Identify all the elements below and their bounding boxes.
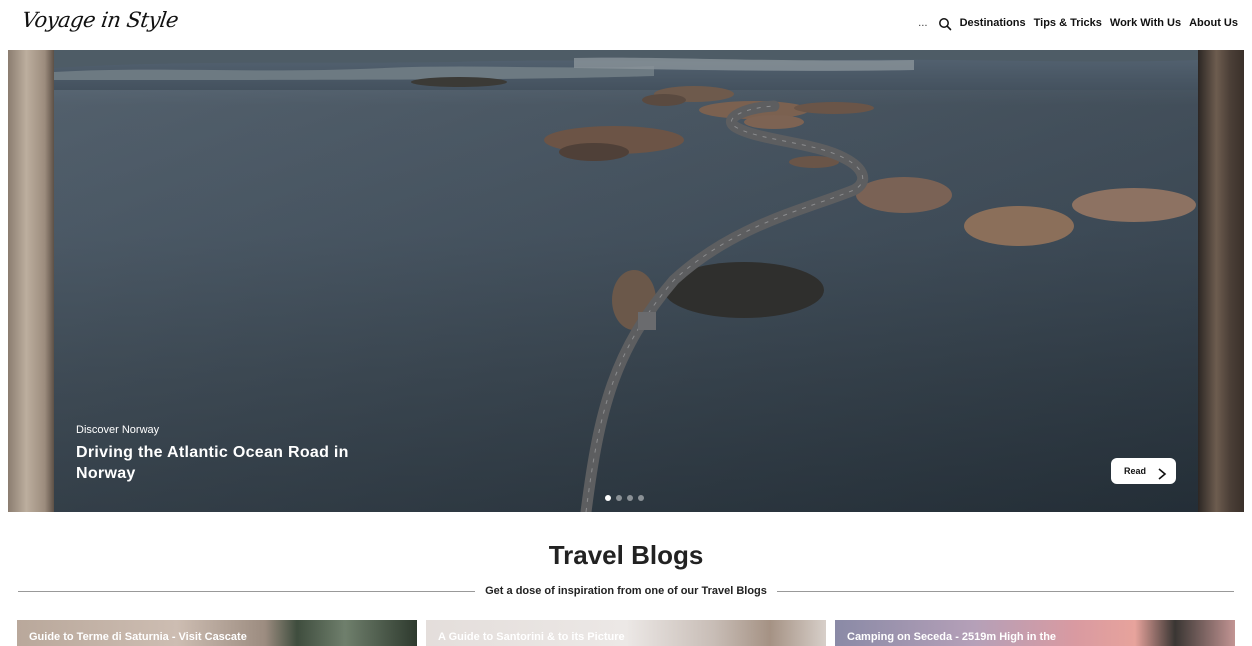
blog-card[interactable]: Camping on Seceda - 2519m High in the [835,620,1235,646]
chevron-right-icon [1157,465,1167,480]
carousel-dot-3[interactable] [627,495,633,501]
section-subtitle: Get a dose of inspiration from one of ou… [485,585,767,597]
slide-title[interactable]: Driving the Atlantic Ocean Road in Norwa… [76,442,376,484]
slide-caption: Discover Norway Driving the Atlantic Oce… [76,424,376,484]
nav-work-with-us[interactable]: Work With Us [1110,17,1181,29]
section-title: Travel Blogs [548,540,704,570]
blog-card-title: A Guide to Santorini & to its Picture [438,631,625,643]
nav-tips-tricks[interactable]: Tips & Tricks [1034,17,1102,29]
section-subtitle-row: Get a dose of inspiration from one of ou… [18,583,1235,599]
nav-destinations[interactable]: Destinations [960,17,1026,29]
hero-carousel: Discover Norway Driving the Atlantic Oce… [8,50,1244,512]
divider-left [18,590,476,592]
site-header: Voyage in Style ... Destinations Tips & … [0,0,1252,50]
blog-card-list: Guide to Terme di Saturnia - Visit Casca… [17,620,1235,646]
read-button-label: Read [1124,466,1147,476]
blog-card-title: Camping on Seceda - 2519m High in the [847,631,1057,643]
slide-kicker: Discover Norway [76,424,160,436]
carousel-dot-4[interactable] [638,495,644,501]
search-icon[interactable] [938,16,952,31]
blog-card-title: Guide to Terme di Saturnia - Visit Casca… [29,631,247,643]
nav-about-us[interactable]: About Us [1189,17,1238,29]
more-menu-button[interactable]: ... [918,18,928,29]
site-logo[interactable]: Voyage in Style [20,8,179,32]
carousel-dot-1[interactable] [605,495,611,501]
carousel-pagination [605,495,644,501]
next-slide-preview[interactable] [1198,50,1244,512]
previous-slide-preview[interactable] [8,50,54,512]
carousel-dot-2[interactable] [616,495,622,501]
read-button[interactable]: Read [1111,458,1176,484]
divider-right [776,590,1235,592]
blog-card[interactable]: A Guide to Santorini & to its Picture [426,620,826,646]
main-nav: ... Destinations Tips & Tricks Work With… [918,16,1238,31]
blog-card[interactable]: Guide to Terme di Saturnia - Visit Casca… [17,620,417,646]
